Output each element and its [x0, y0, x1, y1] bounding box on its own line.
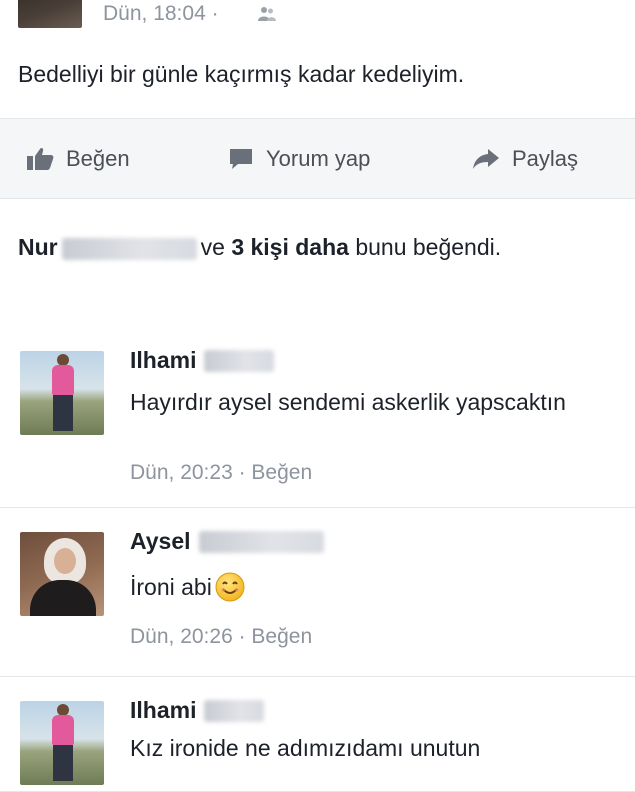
liker-name[interactable]: Nur — [18, 234, 58, 260]
like-button[interactable]: Beğen — [26, 145, 130, 173]
poster-avatar[interactable] — [18, 0, 82, 28]
commenter-name-text: Ilhami — [130, 347, 197, 373]
likes-connector: ve — [200, 234, 225, 260]
blurred-surname — [204, 699, 265, 722]
likes-summary[interactable]: Nur ve 3 kişi daha bunu beğendi. — [0, 198, 635, 328]
share-arrow-icon — [473, 149, 499, 169]
blurred-surname — [198, 530, 324, 553]
blurred-name — [61, 237, 197, 260]
comment-meta: Dün, 20:26 · Beğen — [130, 625, 312, 649]
comment-item: Ilhami Hayırdır aysel sendemi askerlik y… — [0, 327, 635, 508]
comment-like-link[interactable]: Beğen — [251, 625, 312, 648]
commenter-name[interactable]: Aysel — [130, 528, 324, 555]
commenter-name-text: Ilhami — [130, 697, 197, 723]
post-text: Bedelliyi bir günle kaçırmış kadar kedel… — [18, 61, 465, 87]
comment-timestamp[interactable]: Dün, 20:23 · — [130, 461, 246, 484]
comment-text: Hayırdır aysel sendemi askerlik yapscakt… — [130, 389, 566, 415]
commenter-avatar[interactable] — [20, 701, 104, 785]
likes-text: Nur ve 3 kişi daha bunu beğendi. — [18, 231, 618, 263]
comment-button-label: Yorum yap — [266, 146, 371, 171]
likes-others-count[interactable]: 3 kişi daha — [231, 234, 349, 260]
commenter-name[interactable]: Ilhami — [130, 697, 265, 724]
comment-text: İroni abi — [130, 570, 610, 604]
comment-text-body: İroni abi — [130, 574, 212, 600]
like-button-label: Beğen — [66, 146, 130, 171]
comment-icon — [230, 149, 252, 169]
commenter-avatar[interactable] — [20, 532, 104, 616]
friends-icon — [258, 6, 276, 22]
likes-suffix: bunu beğendi. — [355, 234, 502, 260]
share-button[interactable]: Paylaş — [472, 145, 578, 173]
commenter-name-text: Aysel — [130, 528, 191, 554]
share-button-label: Paylaş — [512, 146, 579, 171]
comment-meta: Dün, 20:23 · Beğen — [130, 461, 312, 485]
post-timestamp[interactable]: Dün, 18:04 · — [103, 2, 219, 26]
comment-timestamp[interactable]: Dün, 20:26 · — [130, 625, 246, 648]
blurred-surname — [204, 349, 275, 372]
commenter-name[interactable]: Ilhami — [130, 347, 275, 374]
commenter-avatar[interactable] — [20, 351, 104, 435]
comment-item: Aysel İroni abi Dün, 20:26 · Beğen — [0, 508, 635, 677]
post-card: Dün, 18:04 · Bedelliyi bir günle kaçırmı… — [0, 0, 635, 118]
comment-item: Ilhami Kız ironide ne adımızıdamı unutun — [0, 677, 635, 792]
post-action-bar: Beğen Yorum yap Paylaş — [0, 118, 635, 199]
smiley-icon — [214, 571, 246, 603]
comment-button[interactable]: Yorum yap — [228, 145, 370, 173]
thumbs-up-icon — [27, 147, 54, 170]
comment-text: Kız ironide ne adımızıdamı unutun — [130, 735, 481, 761]
post-header: Dün, 18:04 · — [0, 0, 635, 30]
comment-like-link[interactable]: Beğen — [251, 461, 312, 484]
